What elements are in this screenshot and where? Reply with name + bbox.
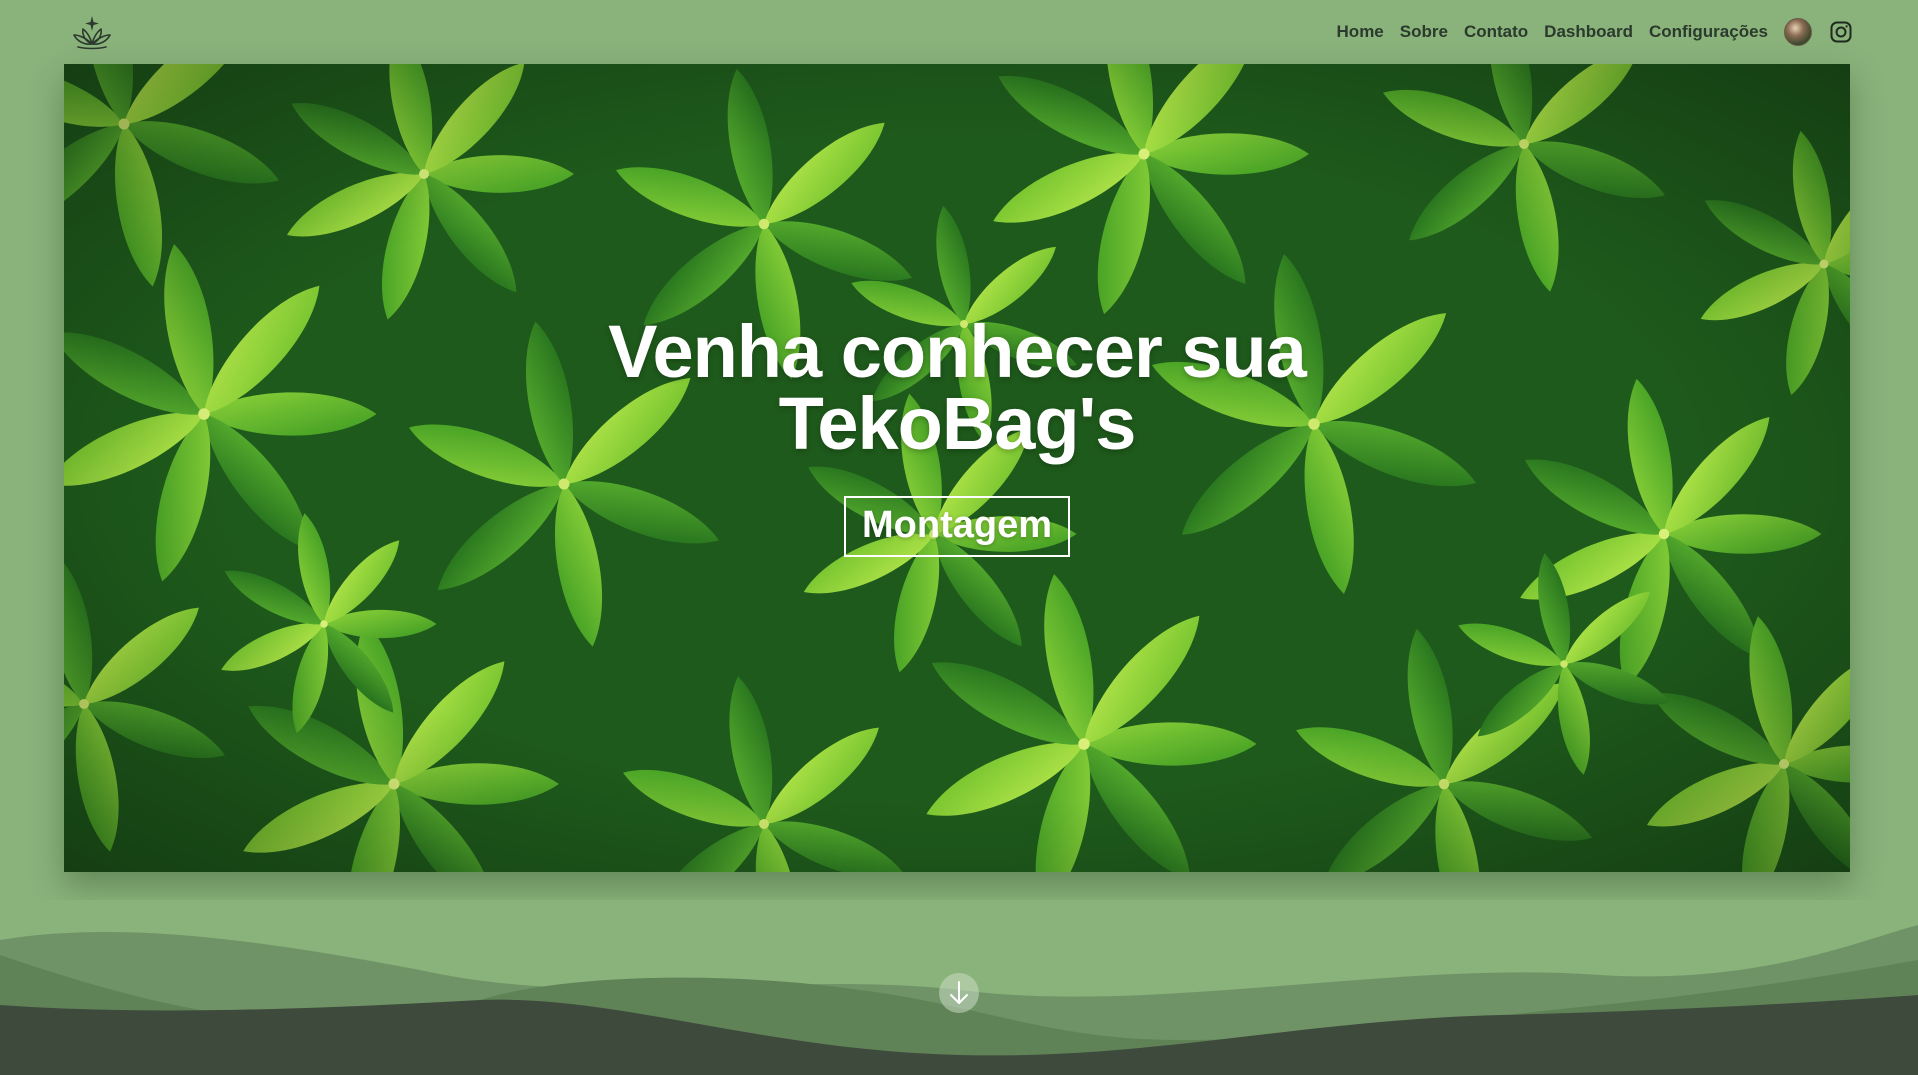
hero-title: Venha conhecer sua TekoBag's — [608, 310, 1307, 465]
nav-sobre[interactable]: Sobre — [1392, 22, 1456, 42]
nav-contato[interactable]: Contato — [1456, 22, 1536, 42]
scroll-down-button[interactable] — [939, 973, 979, 1013]
lotus-logo-icon[interactable] — [70, 12, 114, 52]
page: Home Sobre Contato Dashboard Configuraçõ… — [0, 0, 1918, 1075]
arrow-down-icon — [950, 981, 968, 1004]
user-avatar[interactable] — [1784, 18, 1812, 46]
main-nav: Home Sobre Contato Dashboard Configuraçõ… — [1329, 18, 1854, 46]
montagem-button[interactable]: Montagem — [844, 496, 1070, 557]
instagram-icon[interactable] — [1828, 19, 1854, 45]
nav-configuracoes[interactable]: Configurações — [1641, 22, 1776, 42]
hero-content: Venha conhecer sua TekoBag's Montagem — [64, 64, 1850, 872]
hero-banner: Venha conhecer sua TekoBag's Montagem — [64, 64, 1850, 872]
nav-home[interactable]: Home — [1329, 22, 1392, 42]
top-navbar: Home Sobre Contato Dashboard Configuraçõ… — [0, 0, 1918, 64]
nav-dashboard[interactable]: Dashboard — [1536, 22, 1641, 42]
